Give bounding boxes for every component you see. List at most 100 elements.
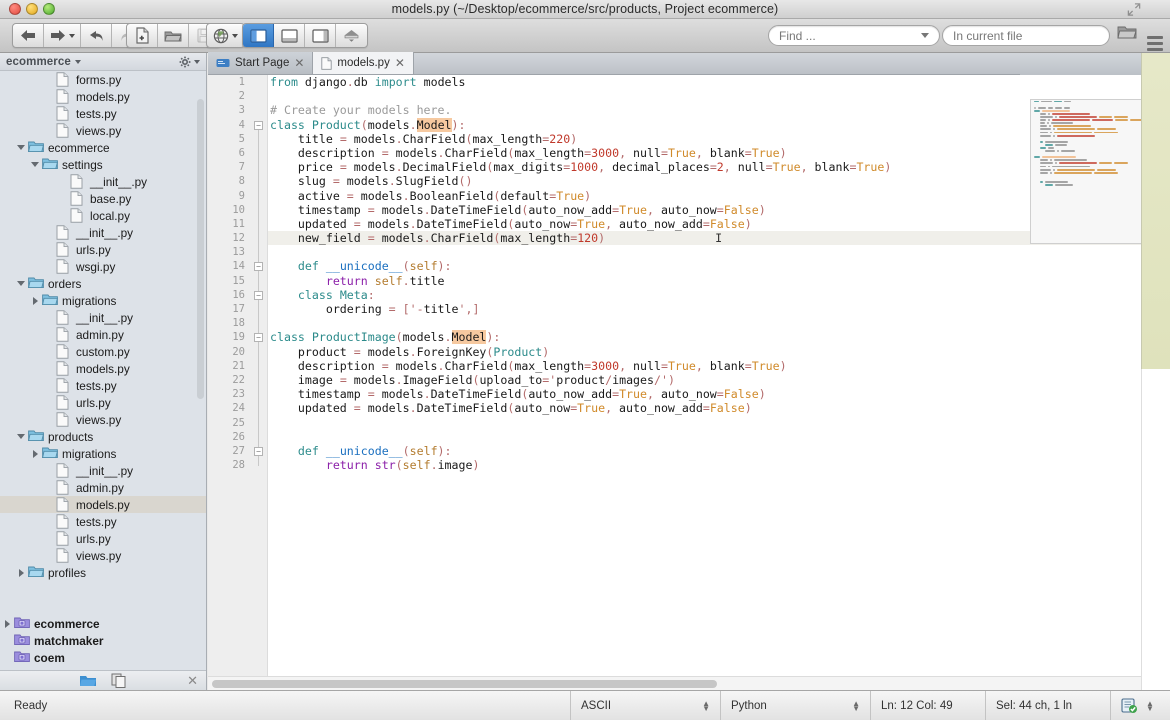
forward-button[interactable] bbox=[44, 24, 81, 47]
twisty-expanded-icon[interactable] bbox=[14, 434, 28, 439]
toggle-right-panel-button[interactable] bbox=[305, 24, 336, 47]
tree-item[interactable]: views.py bbox=[0, 122, 206, 139]
sidebar-scrollbar[interactable] bbox=[197, 99, 204, 399]
sync-status-icon[interactable] bbox=[1121, 698, 1138, 713]
find-field-wrapper[interactable]: Find ... bbox=[768, 25, 940, 46]
editor-tab-start-page[interactable]: Start Page ✕ bbox=[208, 52, 314, 74]
new-file-button[interactable] bbox=[127, 24, 158, 47]
fold-toggle-icon[interactable]: − bbox=[254, 120, 263, 130]
tree-item[interactable]: urls.py bbox=[0, 530, 206, 547]
tree-item[interactable]: urls.py bbox=[0, 394, 206, 411]
code-line[interactable]: class Meta: bbox=[268, 288, 1170, 302]
code-line[interactable]: class ProductImage(models.Model): bbox=[268, 330, 1170, 345]
tree-item[interactable]: base.py bbox=[0, 190, 206, 207]
twisty-collapsed-icon[interactable] bbox=[14, 568, 28, 577]
tree-item[interactable]: urls.py bbox=[0, 241, 206, 258]
tree-item[interactable]: models.py bbox=[0, 360, 206, 377]
code-line[interactable]: from django.db import models bbox=[268, 75, 1170, 89]
tree-item[interactable]: __init__.py bbox=[0, 309, 206, 326]
code-line[interactable]: return self.title bbox=[268, 274, 1170, 288]
toggle-left-panel-button[interactable] bbox=[243, 24, 274, 47]
tree-item[interactable]: products bbox=[0, 428, 206, 445]
tree-item[interactable]: forms.py bbox=[0, 71, 206, 88]
stepper-icon[interactable]: ▲ ▼ bbox=[1146, 699, 1154, 712]
fold-toggle-icon[interactable]: − bbox=[254, 262, 263, 272]
toggle-drawer-button[interactable] bbox=[336, 24, 367, 47]
code-line[interactable]: description = models.CharField(max_lengt… bbox=[268, 359, 1170, 373]
minimize-window-button[interactable] bbox=[26, 3, 38, 15]
code-line[interactable] bbox=[268, 245, 1170, 259]
projects-list[interactable]: ecommerce matchmaker coem bbox=[0, 615, 206, 670]
find-input[interactable]: Find ... bbox=[768, 25, 940, 46]
tree-item[interactable]: settings bbox=[0, 156, 206, 173]
horizontal-scrollbar-thumb[interactable] bbox=[212, 680, 717, 688]
undo-button[interactable] bbox=[81, 24, 112, 47]
find-browse-folder-button[interactable] bbox=[1117, 24, 1137, 40]
tree-item[interactable]: local.py bbox=[0, 207, 206, 224]
tree-item[interactable]: profiles bbox=[0, 564, 206, 581]
tree-item[interactable]: __init__.py bbox=[0, 224, 206, 241]
close-icon[interactable]: ✕ bbox=[395, 56, 405, 70]
chevron-down-icon[interactable] bbox=[74, 59, 81, 64]
twisty-expanded-icon[interactable] bbox=[28, 162, 42, 167]
twisty-collapsed-icon[interactable] bbox=[0, 619, 14, 628]
project-item[interactable]: coem bbox=[0, 649, 206, 666]
code-line[interactable] bbox=[268, 416, 1170, 430]
tree-item[interactable]: views.py bbox=[0, 411, 206, 428]
code-line[interactable]: updated = models.DateTimeField(auto_now=… bbox=[268, 401, 1170, 415]
project-item[interactable]: ecommerce bbox=[0, 615, 206, 632]
hamburger-menu-icon[interactable] bbox=[1144, 33, 1166, 53]
sync-status-button[interactable]: ▲ ▼ bbox=[1110, 690, 1170, 720]
code-line[interactable]: def __unicode__(self): bbox=[268, 259, 1170, 273]
twisty-expanded-icon[interactable] bbox=[14, 145, 28, 150]
tree-item-selected[interactable]: models.py bbox=[0, 496, 206, 513]
language-selector[interactable]: Python ▲ ▼ bbox=[720, 690, 870, 720]
sidebar-project-name[interactable]: ecommerce bbox=[6, 56, 71, 68]
tree-item[interactable]: ecommerce bbox=[0, 139, 206, 156]
code-line[interactable]: def __unicode__(self): bbox=[268, 444, 1170, 458]
file-tree[interactable]: forms.py models.py tests.py views.py ecommer… bbox=[0, 71, 206, 654]
close-window-button[interactable] bbox=[9, 3, 21, 15]
preview-in-browser-button[interactable] bbox=[207, 24, 244, 47]
code-line[interactable] bbox=[268, 316, 1170, 330]
tree-item[interactable]: wsgi.py bbox=[0, 258, 206, 275]
tree-item[interactable]: __init__.py bbox=[0, 462, 206, 479]
code-line[interactable]: image = models.ImageField(upload_to='pro… bbox=[268, 373, 1170, 387]
horizontal-scrollbar[interactable] bbox=[208, 676, 1170, 690]
code-line[interactable] bbox=[268, 430, 1170, 444]
project-item[interactable]: matchmaker bbox=[0, 632, 206, 649]
close-icon[interactable]: ✕ bbox=[187, 673, 198, 689]
find-scope-field-wrapper[interactable]: In current file bbox=[942, 25, 1110, 46]
encoding-selector[interactable]: ASCII ▲ ▼ bbox=[570, 690, 720, 720]
chevron-down-icon[interactable] bbox=[232, 33, 238, 38]
editor-tab-models-py[interactable]: models.py ✕ bbox=[313, 52, 414, 74]
tree-item[interactable]: admin.py bbox=[0, 326, 206, 343]
tree-item[interactable]: admin.py bbox=[0, 479, 206, 496]
tree-item[interactable]: migrations bbox=[0, 292, 206, 309]
stepper-icon[interactable]: ▲ ▼ bbox=[702, 699, 710, 712]
folder-add-icon[interactable] bbox=[79, 674, 97, 687]
copy-icon[interactable] bbox=[111, 673, 127, 688]
code-line[interactable]: product = models.ForeignKey(Product) bbox=[268, 345, 1170, 359]
tree-item[interactable]: tests.py bbox=[0, 377, 206, 394]
fold-toggle-icon[interactable]: − bbox=[254, 333, 263, 343]
expand-icon[interactable] bbox=[1126, 2, 1142, 17]
tree-item[interactable]: orders bbox=[0, 275, 206, 292]
code-area[interactable]: 1 2 3 4−5 6 7 8 9 10 11 12 13 14−15 16−17 18 19−20 21 22 2… bbox=[208, 75, 1170, 676]
close-icon[interactable]: ✕ bbox=[294, 56, 304, 70]
editor-tab-strip[interactable]: Start Page ✕ models.py ✕ bbox=[208, 52, 1170, 75]
tree-item[interactable]: migrations bbox=[0, 445, 206, 462]
tree-item[interactable]: views.py bbox=[0, 547, 206, 564]
tree-item[interactable]: custom.py bbox=[0, 343, 206, 360]
fold-toggle-icon[interactable]: − bbox=[254, 446, 263, 456]
tree-item[interactable]: tests.py bbox=[0, 105, 206, 122]
code-line[interactable]: ordering = ['-title',] bbox=[268, 302, 1170, 316]
tree-item[interactable]: __init__.py bbox=[0, 173, 206, 190]
twisty-collapsed-icon[interactable] bbox=[28, 449, 42, 458]
fold-toggle-icon[interactable]: − bbox=[254, 290, 263, 300]
code-line[interactable]: return str(self.image) bbox=[268, 458, 1170, 472]
zoom-window-button[interactable] bbox=[43, 3, 55, 15]
twisty-expanded-icon[interactable] bbox=[14, 281, 28, 286]
twisty-collapsed-icon[interactable] bbox=[28, 296, 42, 305]
toggle-bottom-panel-button[interactable] bbox=[274, 24, 305, 47]
